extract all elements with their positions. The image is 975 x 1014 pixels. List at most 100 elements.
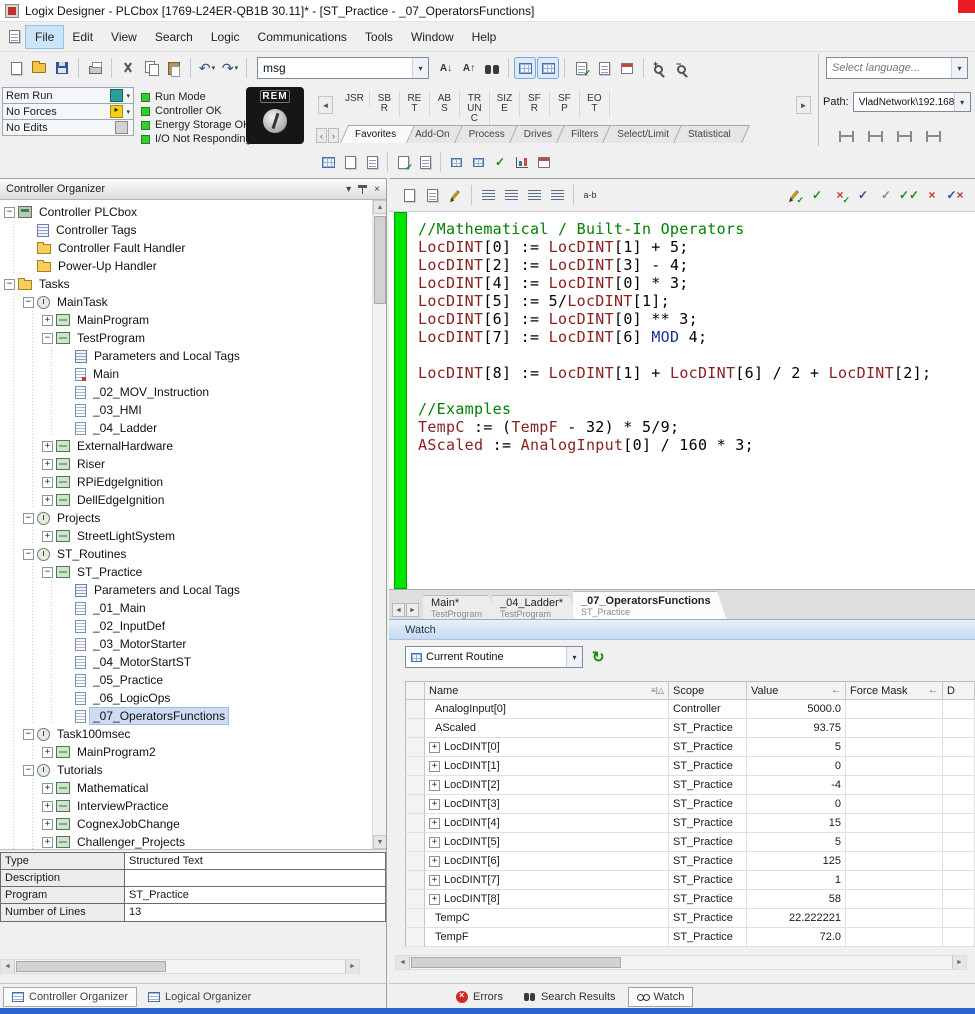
row-selector[interactable]	[405, 776, 425, 795]
tab-errors[interactable]: Errors	[447, 987, 512, 1007]
expand-icon[interactable]: +	[42, 837, 53, 848]
tree-item-main[interactable]: Main	[4, 365, 372, 383]
find-up-icon[interactable]: A↑	[459, 58, 479, 78]
expand-icon[interactable]: +	[429, 799, 440, 810]
watch-row-locdint-7[interactable]: +LocDINT[7]ST_Practice1	[405, 871, 975, 890]
row-selector[interactable]	[405, 795, 425, 814]
code-line[interactable]	[418, 346, 931, 364]
expand-icon[interactable]: +	[42, 801, 53, 812]
expand-icon[interactable]: +	[429, 761, 440, 772]
new-project-icon[interactable]	[6, 58, 26, 78]
instruction-sbr[interactable]: SBR	[370, 91, 400, 117]
collapse-icon[interactable]: −	[23, 765, 34, 776]
watch-row-locdint-6[interactable]: +LocDINT[6]ST_Practice125	[405, 852, 975, 871]
menu-view[interactable]: View	[102, 26, 146, 48]
cut-icon[interactable]	[118, 58, 138, 78]
routine-tab-main[interactable]: Main*TestProgram	[423, 595, 498, 619]
row-selector[interactable]	[405, 814, 425, 833]
test-edits-icon[interactable]: ✓	[853, 185, 873, 205]
tree-item-02-inputdef[interactable]: _02_InputDef	[4, 617, 372, 635]
tag-editor-icon[interactable]	[318, 152, 338, 172]
watch-value[interactable]: -4	[747, 776, 846, 795]
watch-force-mask[interactable]	[846, 700, 943, 719]
collapse-icon[interactable]: −	[23, 297, 34, 308]
chevron-down-icon[interactable]: ▾	[951, 58, 967, 78]
start-pending-edits-icon[interactable]: ✓	[784, 185, 804, 205]
menu-communications[interactable]: Communications	[249, 26, 356, 48]
new-st-element-icon[interactable]	[399, 185, 419, 205]
column-header-force-mask[interactable]: Force Mask←	[846, 681, 943, 700]
watch-value[interactable]: 72.0	[747, 928, 846, 947]
watch-value[interactable]: 22.222221	[747, 909, 846, 928]
menu-logic[interactable]: Logic	[202, 26, 249, 48]
watch-force-mask[interactable]	[846, 776, 943, 795]
window-position-icon[interactable]: ▾	[346, 184, 351, 195]
chevron-down-icon[interactable]: ▾	[954, 93, 970, 111]
column-header-value[interactable]: Value←	[747, 681, 846, 700]
copy-icon[interactable]	[141, 58, 161, 78]
column-header-d[interactable]: D	[943, 681, 975, 700]
edit-tags-icon[interactable]	[362, 152, 382, 172]
uncomment-lines-icon[interactable]	[547, 185, 567, 205]
code-line[interactable]: LocDINT[0] := LocDINT[1] + 5;	[418, 238, 931, 256]
watch-row-tempc[interactable]: TempCST_Practice22.222221	[405, 909, 975, 928]
scroll-right-icon[interactable]: ►	[952, 956, 966, 969]
cancel-edits-icon[interactable]: ×	[922, 185, 942, 205]
tree-item-challenger-projects[interactable]: +Challenger_Projects	[4, 833, 372, 849]
untest-edits-icon[interactable]: ✓	[876, 185, 896, 205]
watch-row-ascaled[interactable]: AScaledST_Practice93.75	[405, 719, 975, 738]
expand-icon[interactable]: +	[42, 531, 53, 542]
watch-row-locdint-0[interactable]: +LocDINT[0]ST_Practice5	[405, 738, 975, 757]
watch-value[interactable]: 0	[747, 757, 846, 776]
st-editor[interactable]: //Mathematical / Built-In OperatorsLocDI…	[389, 212, 975, 589]
save-icon[interactable]	[52, 58, 72, 78]
comment-lines-icon[interactable]	[524, 185, 544, 205]
expand-icon[interactable]: +	[42, 783, 53, 794]
row-selector[interactable]	[405, 890, 425, 909]
palette-tab-favorites[interactable]: Favorites	[344, 125, 411, 143]
palette-scroll-left-icon[interactable]: ◄	[318, 96, 333, 114]
scroll-left-icon[interactable]: ◄	[1, 960, 15, 973]
toggle-watch-window-icon[interactable]	[538, 58, 558, 78]
tree-item-04-ladder[interactable]: _04_Ladder	[4, 419, 372, 437]
row-selector[interactable]	[405, 738, 425, 757]
tree-item-task100msec[interactable]: −Task100msec	[4, 725, 372, 743]
menu-tools[interactable]: Tools	[356, 26, 402, 48]
watch-value[interactable]: 5	[747, 833, 846, 852]
menu-help[interactable]: Help	[463, 26, 506, 48]
instruction-abs[interactable]: ABS	[430, 91, 460, 117]
watch-force-mask[interactable]	[846, 852, 943, 871]
paste-icon[interactable]	[164, 58, 184, 78]
watch-value[interactable]: 58	[747, 890, 846, 909]
menu-window[interactable]: Window	[402, 26, 463, 48]
tree-item-cognexjobchange[interactable]: +CognexJobChange	[4, 815, 372, 833]
expand-icon[interactable]: +	[429, 856, 440, 867]
undo-icon[interactable]: ↶▾	[197, 58, 217, 78]
watch-force-mask[interactable]	[846, 719, 943, 738]
watch-force-mask[interactable]	[846, 814, 943, 833]
watch-force-mask[interactable]	[846, 795, 943, 814]
watch-scope-combo[interactable]: Current Routine ▾	[405, 646, 583, 668]
watch-row-locdint-4[interactable]: +LocDINT[4]ST_Practice15	[405, 814, 975, 833]
watch-force-mask[interactable]	[846, 833, 943, 852]
forces-selector[interactable]: No Forces ▾	[2, 103, 134, 120]
tree-item-tasks[interactable]: −Tasks	[4, 275, 372, 293]
routine-tab-07-operatorsfunctions[interactable]: _07_OperatorsFunctionsST_Practice	[573, 591, 727, 619]
tree-item-06-logicops[interactable]: _06_LogicOps	[4, 689, 372, 707]
print-icon[interactable]	[85, 58, 105, 78]
tree-item-maintask[interactable]: −MainTask	[4, 293, 372, 311]
expand-icon[interactable]: +	[429, 837, 440, 848]
menu-file[interactable]: File	[26, 26, 63, 48]
verify-controller-icon[interactable]	[594, 58, 614, 78]
expand-icon[interactable]: +	[42, 477, 53, 488]
chevron-down-icon[interactable]: ▾	[126, 108, 130, 116]
expand-icon[interactable]: +	[429, 818, 440, 829]
verify-routine-icon[interactable]: ✓	[571, 58, 591, 78]
menu-edit[interactable]: Edit	[63, 26, 102, 48]
watch-row-locdint-1[interactable]: +LocDINT[1]ST_Practice0	[405, 757, 975, 776]
row-selector[interactable]	[405, 719, 425, 738]
watch-row-tempf[interactable]: TempFST_Practice72.0	[405, 928, 975, 947]
expand-icon[interactable]: +	[42, 459, 53, 470]
row-selector[interactable]	[405, 700, 425, 719]
indent-icon[interactable]	[478, 185, 498, 205]
